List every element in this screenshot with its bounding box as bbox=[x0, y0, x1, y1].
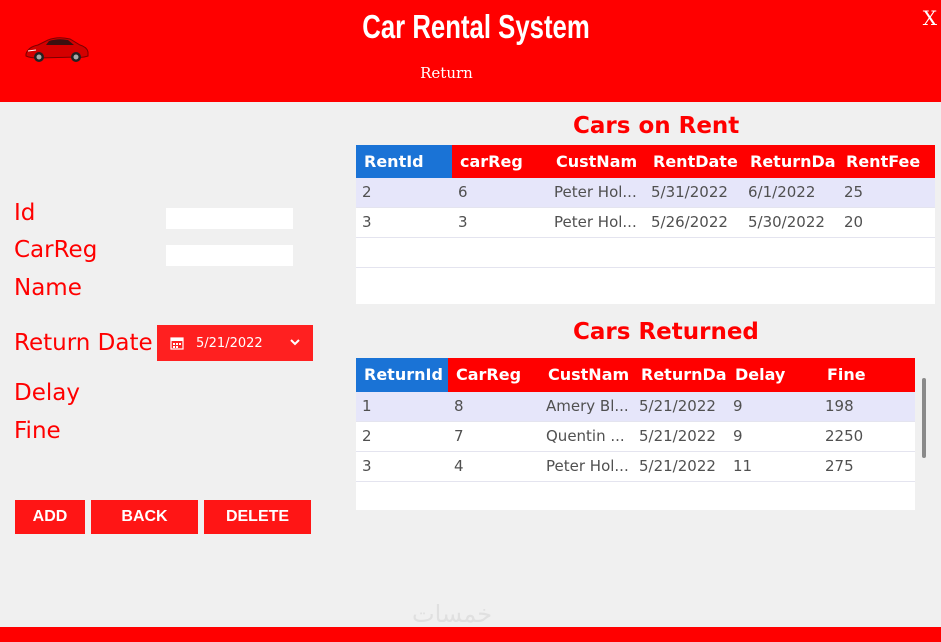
return-table[interactable]: ReturnId CarReg CustNam ReturnDa Delay F… bbox=[356, 358, 915, 510]
table-cell: Peter Hol... bbox=[546, 457, 629, 475]
carreg-label: CarReg bbox=[14, 237, 98, 263]
column-header[interactable]: ReturnDa bbox=[742, 145, 838, 178]
table-cell: 5/26/2022 bbox=[651, 213, 728, 231]
column-header[interactable]: CarReg bbox=[448, 358, 540, 392]
red-sports-car-icon bbox=[25, 37, 89, 62]
table-cell: 5/31/2022 bbox=[651, 183, 728, 201]
rent-table-header: RentId carReg CustNam RentDate ReturnDa … bbox=[356, 145, 935, 178]
watermark: خمسات bbox=[412, 600, 493, 628]
table-cell: 2250 bbox=[825, 427, 864, 445]
carreg-input[interactable] bbox=[166, 245, 293, 266]
table-cell: 7 bbox=[454, 427, 464, 445]
delete-button[interactable]: DELETE bbox=[204, 500, 311, 534]
column-header[interactable]: RentDate bbox=[645, 145, 742, 178]
table-cell: 5/21/2022 bbox=[639, 397, 716, 415]
page-subtitle: Return bbox=[420, 64, 473, 82]
table-cell: 1 bbox=[362, 397, 372, 415]
table-cell: 11 bbox=[733, 457, 753, 475]
column-header[interactable]: RentFee bbox=[838, 145, 935, 178]
table-row[interactable]: 2 7 Quentin ... 5/21/2022 9 2250 bbox=[356, 422, 915, 452]
id-input[interactable] bbox=[166, 208, 293, 229]
return-date-value: 5/21/2022 bbox=[196, 335, 263, 351]
table-cell: Peter Hol... bbox=[554, 183, 637, 201]
table-cell: 3 bbox=[458, 213, 468, 231]
delay-label: Delay bbox=[14, 380, 80, 406]
table-cell: 9 bbox=[733, 397, 743, 415]
column-header[interactable]: carReg bbox=[452, 145, 548, 178]
table-cell: 9 bbox=[733, 427, 743, 445]
table-cell: 275 bbox=[825, 457, 854, 475]
table-cell: 8 bbox=[454, 397, 464, 415]
return-date-label: Return Date bbox=[14, 330, 153, 356]
chevron-down-icon bbox=[290, 339, 300, 346]
return-table-scrollbar[interactable] bbox=[922, 378, 926, 458]
id-label: Id bbox=[14, 200, 36, 226]
return-table-header: ReturnId CarReg CustNam ReturnDa Delay F… bbox=[356, 358, 915, 392]
calendar-icon bbox=[170, 337, 184, 350]
table-cell: 4 bbox=[454, 457, 464, 475]
column-header[interactable]: ReturnDa bbox=[633, 358, 727, 392]
column-header[interactable]: CustNam bbox=[548, 145, 645, 178]
table-row[interactable]: 3 3 Peter Hol... 5/26/2022 5/30/2022 20 bbox=[356, 208, 935, 238]
table-cell: 6 bbox=[458, 183, 468, 201]
column-header[interactable]: ReturnId bbox=[356, 358, 448, 392]
column-header[interactable]: CustNam bbox=[540, 358, 633, 392]
table-cell: 6/1/2022 bbox=[748, 183, 816, 201]
table-cell: 2 bbox=[362, 183, 372, 201]
column-header[interactable]: RentId bbox=[356, 145, 452, 178]
return-table-title: Cars Returned bbox=[573, 319, 759, 345]
table-row[interactable]: 1 8 Amery Bl... 5/21/2022 9 198 bbox=[356, 392, 915, 422]
table-cell: 5/21/2022 bbox=[639, 427, 716, 445]
table-cell: 5/21/2022 bbox=[639, 457, 716, 475]
table-cell: Quentin ... bbox=[546, 427, 625, 445]
back-button[interactable]: BACK bbox=[91, 500, 198, 534]
empty-row bbox=[356, 238, 935, 268]
fine-label: Fine bbox=[14, 418, 61, 444]
return-date-picker[interactable]: 5/21/2022 bbox=[157, 325, 313, 361]
name-label: Name bbox=[14, 275, 82, 301]
table-cell: 3 bbox=[362, 457, 372, 475]
close-button[interactable]: X bbox=[923, 6, 937, 30]
rent-table[interactable]: RentId carReg CustNam RentDate ReturnDa … bbox=[356, 145, 935, 304]
table-row[interactable]: 2 6 Peter Hol... 5/31/2022 6/1/2022 25 bbox=[356, 178, 935, 208]
column-header[interactable]: Fine bbox=[819, 358, 915, 392]
table-cell: Amery Bl... bbox=[546, 397, 629, 415]
rent-table-title: Cars on Rent bbox=[573, 113, 740, 139]
table-cell: Peter Hol... bbox=[554, 213, 637, 231]
add-button[interactable]: ADD bbox=[15, 500, 85, 534]
table-cell: 3 bbox=[362, 213, 372, 231]
table-cell: 2 bbox=[362, 427, 372, 445]
table-cell: 5/30/2022 bbox=[748, 213, 825, 231]
table-cell: 198 bbox=[825, 397, 854, 415]
app-footer bbox=[0, 627, 941, 642]
table-cell: 20 bbox=[844, 213, 864, 231]
app-title: Car Rental System bbox=[362, 8, 590, 45]
table-cell: 25 bbox=[844, 183, 864, 201]
column-header[interactable]: Delay bbox=[727, 358, 819, 392]
app-header: Car Rental System Return X bbox=[0, 0, 941, 102]
table-row[interactable]: 3 4 Peter Hol... 5/21/2022 11 275 bbox=[356, 452, 915, 482]
